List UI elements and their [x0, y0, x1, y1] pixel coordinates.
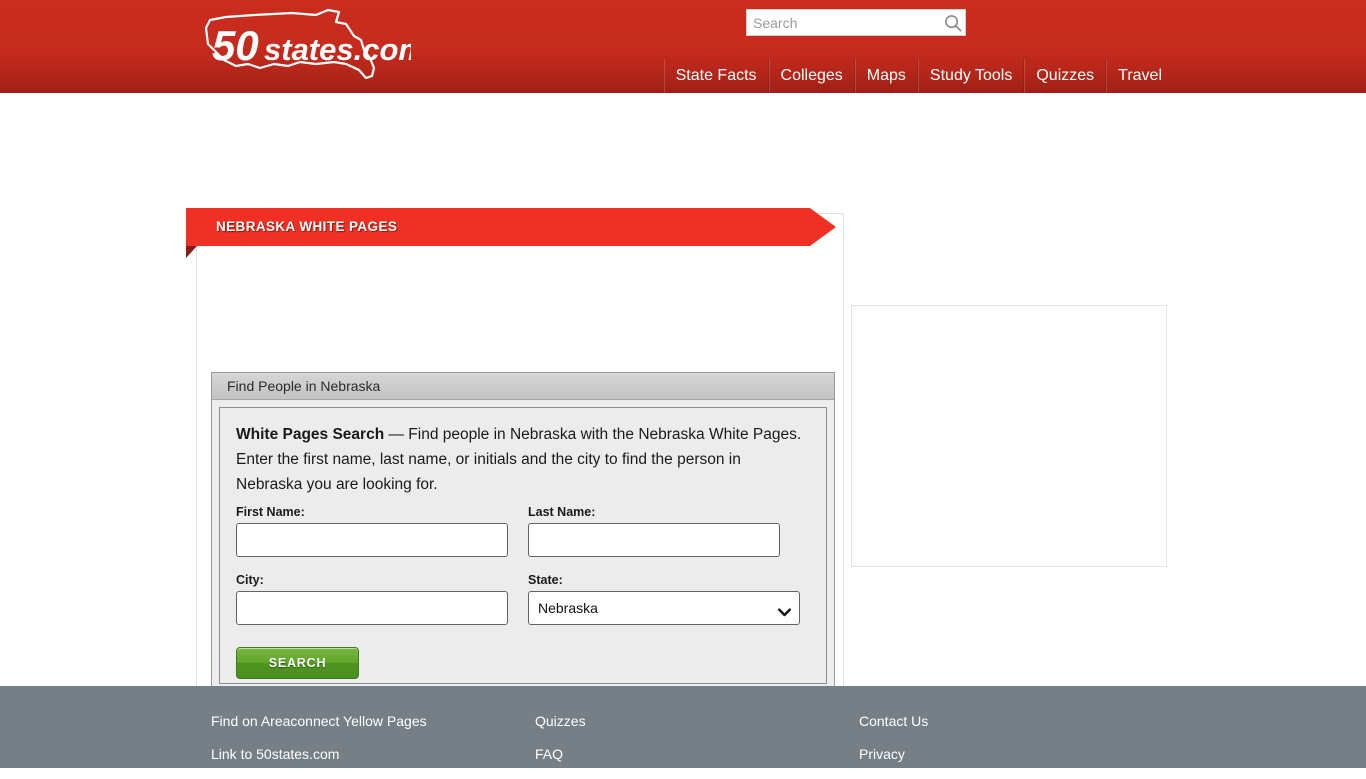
footer-link-areaconnect[interactable]: Find on Areaconnect Yellow Pages	[211, 713, 427, 729]
last-name-input[interactable]	[528, 523, 780, 557]
find-people-panel: Find People in Nebraska White Pages Sear…	[211, 372, 835, 692]
nav-item-study-tools[interactable]: Study Tools	[917, 59, 1025, 93]
nav-item-state-facts[interactable]: State Facts	[663, 59, 769, 93]
state-select[interactable]: Nebraska	[528, 591, 800, 625]
footer-column-1: Find on Areaconnect Yellow Pages Link to…	[211, 713, 535, 779]
state-field: State: Nebraska	[528, 573, 800, 625]
footer-column-3: Contact Us Privacy	[859, 713, 1183, 779]
state-label: State:	[528, 573, 563, 587]
header-search[interactable]	[746, 9, 966, 36]
nav-item-travel[interactable]: Travel	[1106, 59, 1173, 93]
city-label: City:	[236, 573, 264, 587]
location-row: City: State: Nebraska	[236, 573, 810, 625]
footer-link-faq[interactable]: FAQ	[535, 746, 563, 762]
search-submit-button[interactable]: SEARCH	[236, 647, 359, 679]
site-footer: Find on Areaconnect Yellow Pages Link to…	[0, 686, 1366, 768]
page-title-ribbon: NEBRASKA WHITE PAGES	[186, 208, 836, 258]
panel-title: Find People in Nebraska	[227, 378, 381, 394]
page-body: NEBRASKA WHITE PAGES Find People in Nebr…	[0, 93, 1366, 731]
intro-lead: White Pages Search	[236, 426, 385, 443]
footer-link-link-to-50states[interactable]: Link to 50states.com	[211, 746, 339, 762]
city-field: City:	[236, 573, 508, 625]
nav-item-colleges[interactable]: Colleges	[768, 59, 855, 93]
footer-link-privacy[interactable]: Privacy	[859, 746, 905, 762]
panel-header: Find People in Nebraska	[212, 373, 834, 400]
ribbon-fold	[186, 246, 197, 258]
footer-link-quizzes[interactable]: Quizzes	[535, 713, 586, 729]
white-pages-search-form: First Name: Last Name: City: State: Nebr…	[236, 505, 810, 679]
panel-body: White Pages Search — Find people in Nebr…	[219, 407, 827, 684]
main-navigation: State Facts Colleges Maps Study Tools Qu…	[663, 59, 1173, 93]
first-name-label: First Name:	[236, 505, 305, 519]
last-name-field: Last Name:	[528, 505, 780, 557]
name-row: First Name: Last Name:	[236, 505, 810, 557]
ad-placeholder	[851, 305, 1167, 567]
city-input[interactable]	[236, 591, 508, 625]
page-title: NEBRASKA WHITE PAGES	[216, 219, 398, 234]
nav-item-quizzes[interactable]: Quizzes	[1024, 59, 1107, 93]
last-name-label: Last Name:	[528, 505, 596, 519]
search-icon[interactable]	[940, 10, 965, 35]
footer-link-contact-us[interactable]: Contact Us	[859, 713, 928, 729]
first-name-field: First Name:	[236, 505, 508, 557]
content-card: NEBRASKA WHITE PAGES Find People in Nebr…	[186, 208, 844, 731]
site-logo[interactable]: 50 states.com	[196, 6, 411, 86]
site-header: 50 states.com State Facts Colleges Maps …	[0, 0, 1366, 93]
footer-column-2: Quizzes FAQ	[535, 713, 859, 779]
svg-text:50: 50	[212, 22, 259, 69]
first-name-input[interactable]	[236, 523, 508, 557]
nav-item-maps[interactable]: Maps	[854, 59, 918, 93]
svg-text:states.com: states.com	[264, 32, 411, 67]
search-input[interactable]	[747, 11, 940, 34]
intro-text: White Pages Search — Find people in Nebr…	[236, 422, 808, 497]
